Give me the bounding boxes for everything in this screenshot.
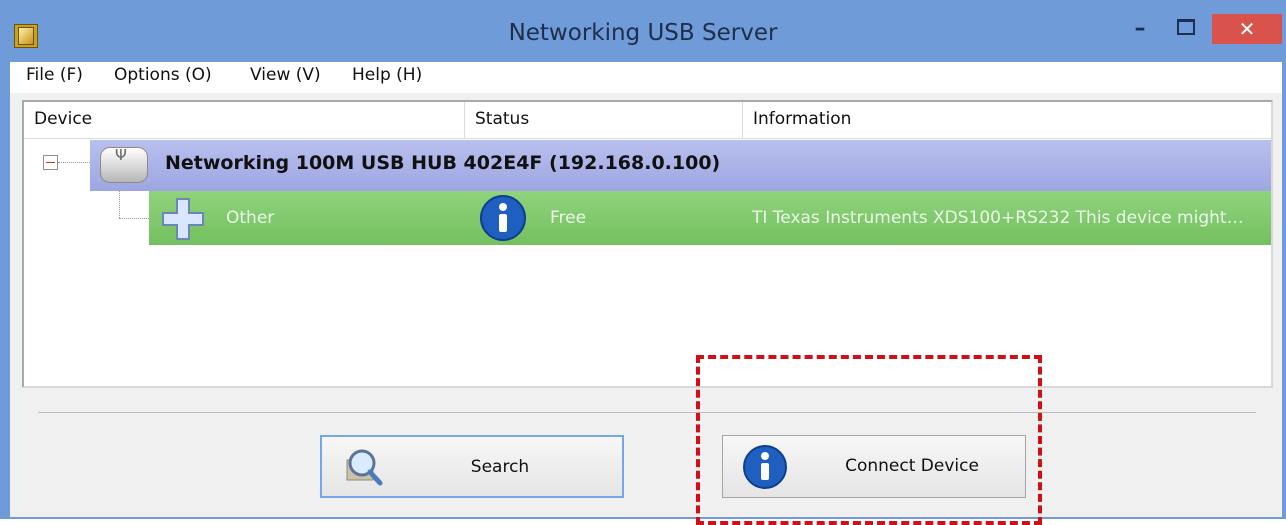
info-icon [480, 195, 526, 241]
collapse-toggle[interactable] [43, 155, 58, 170]
menu-file[interactable]: File (F) [26, 65, 83, 85]
close-button[interactable]: ✕ [1212, 14, 1282, 44]
tree-connector [119, 218, 149, 220]
main-window: Networking USB Server – ✕ File (F) Optio… [0, 0, 1286, 525]
hub-row[interactable]: Ψ Networking 100M USB HUB 402E4F (192.16… [90, 140, 1271, 191]
device-list[interactable]: Device Status Information Ψ Networking 1… [22, 100, 1273, 388]
title-bar[interactable]: Networking USB Server – ✕ [0, 0, 1286, 62]
search-button[interactable]: Search [320, 435, 624, 498]
hub-label: Networking 100M USB HUB 402E4F (192.168.… [165, 152, 721, 174]
client-area: File (F) Options (O) View (V) Help (H) D… [10, 62, 1282, 517]
menu-view[interactable]: View (V) [250, 65, 321, 85]
tree-connector [58, 162, 90, 164]
column-status[interactable]: Status [465, 102, 743, 138]
search-label: Search [470, 457, 530, 477]
column-device[interactable]: Device [24, 102, 465, 138]
column-information[interactable]: Information [743, 102, 1271, 138]
window-title: Networking USB Server [508, 20, 778, 46]
device-row[interactable]: Other Free TI Texas Instruments XDS100+R… [149, 191, 1271, 245]
maximize-button[interactable] [1164, 14, 1208, 44]
tree-connector [119, 191, 121, 218]
usb-hub-icon: Ψ [100, 146, 148, 183]
list-header: Device Status Information [24, 102, 1271, 139]
minimize-button[interactable]: – [1118, 14, 1162, 44]
menu-bar: File (F) Options (O) View (V) Help (H) [10, 62, 1282, 93]
separator [38, 412, 1256, 413]
device-status: Free [550, 208, 587, 228]
highlight-box [696, 355, 1042, 525]
menu-options[interactable]: Options (O) [114, 65, 212, 85]
device-information: TI Texas Instruments XDS100+RS232 This d… [752, 208, 1244, 228]
plus-icon [162, 198, 204, 240]
device-name: Other [226, 208, 275, 228]
menu-help[interactable]: Help (H) [352, 65, 422, 85]
